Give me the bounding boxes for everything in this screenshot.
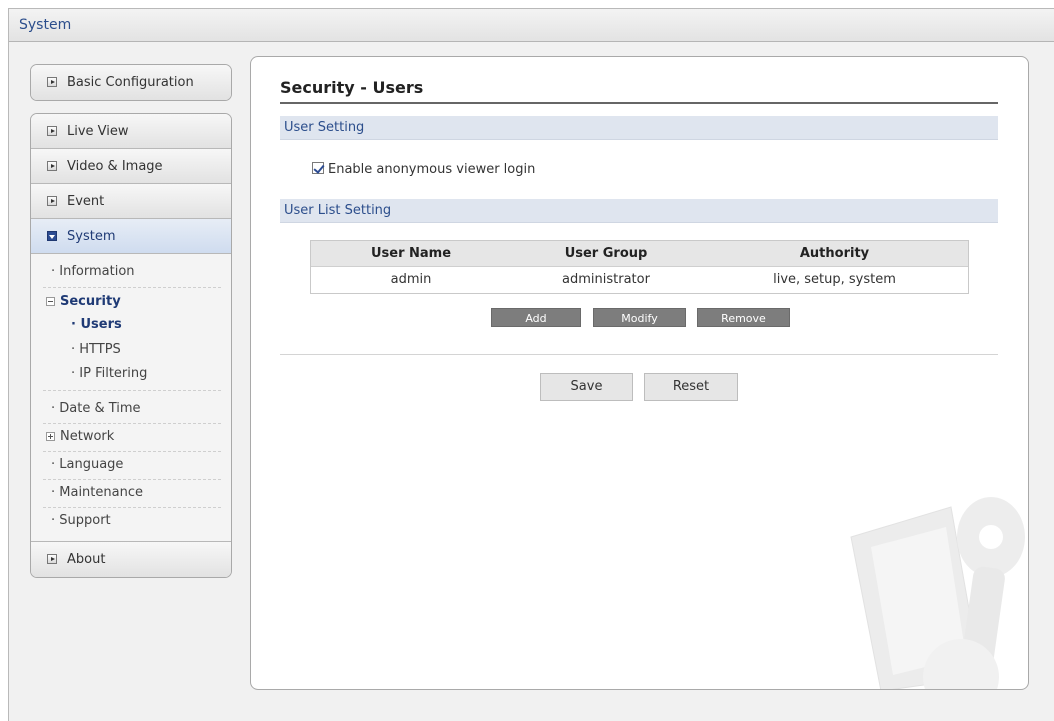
- sidebar-item-network-label: Network: [60, 429, 115, 444]
- main-panel: Security - Users User Setting Enable ano…: [250, 56, 1029, 690]
- basic-configuration-box: Basic Configuration: [30, 64, 232, 101]
- sidebar-item-ip-filtering[interactable]: · IP Filtering: [71, 366, 147, 381]
- sidebar-item-security-label: Security: [60, 294, 121, 309]
- user-table: User Name User Group Authority admin adm…: [310, 240, 969, 294]
- top-bar: System: [9, 9, 1054, 42]
- expand-arrow-icon: [47, 77, 57, 87]
- remove-user-button[interactable]: Remove: [697, 308, 790, 327]
- user-setting-header: User Setting: [280, 116, 998, 140]
- column-header-authority: Authority: [799, 246, 870, 261]
- expand-arrow-icon: [47, 554, 57, 564]
- save-button[interactable]: Save: [540, 373, 633, 401]
- user-list-header: User List Setting: [280, 199, 998, 223]
- divider: [43, 390, 221, 391]
- divider: [43, 507, 221, 508]
- sidebar-item-support[interactable]: · Support: [51, 513, 111, 528]
- sidebar-item-information[interactable]: · Information: [51, 264, 135, 279]
- nav-about-label: About: [67, 552, 106, 567]
- sidebar-item-security[interactable]: Security: [46, 294, 121, 309]
- sidebar-item-language-label: Language: [59, 457, 124, 472]
- sidebar-item-users[interactable]: · Users: [71, 317, 122, 332]
- anonymous-login-row[interactable]: Enable anonymous viewer login: [312, 162, 535, 177]
- expand-arrow-icon: [47, 196, 57, 206]
- add-user-button[interactable]: Add: [491, 308, 581, 327]
- window-title: System: [19, 17, 72, 33]
- nav-event-label: Event: [67, 194, 105, 209]
- sidebar-item-maintenance-label: Maintenance: [59, 485, 143, 500]
- nav-about[interactable]: About: [31, 542, 231, 577]
- sidebar-nav: Live View Video & Image Event System · I…: [30, 113, 232, 578]
- sidebar-item-information-label: Information: [59, 264, 135, 279]
- divider: [43, 423, 221, 424]
- system-submenu: · Information Security · Users · HTTPS ·…: [31, 254, 231, 542]
- expand-box-icon: [46, 432, 55, 441]
- sidebar-item-language[interactable]: · Language: [51, 457, 123, 472]
- nav-basic-configuration[interactable]: Basic Configuration: [31, 65, 231, 100]
- reset-button[interactable]: Reset: [644, 373, 738, 401]
- anonymous-login-label: Enable anonymous viewer login: [328, 162, 536, 177]
- nav-basic-configuration-label: Basic Configuration: [67, 75, 194, 90]
- section-divider: [280, 354, 998, 355]
- sidebar-item-ip-filtering-label: IP Filtering: [79, 366, 148, 381]
- cell-authority: live, setup, system: [773, 272, 896, 287]
- modify-user-button[interactable]: Modify: [593, 308, 686, 327]
- sidebar-item-date-time[interactable]: · Date & Time: [51, 401, 141, 416]
- nav-event[interactable]: Event: [31, 184, 231, 219]
- divider: [43, 287, 221, 288]
- nav-live-view-label: Live View: [67, 124, 129, 139]
- sidebar-item-https[interactable]: · HTTPS: [71, 342, 121, 357]
- expand-arrow-icon: [47, 161, 57, 171]
- sidebar-item-network[interactable]: Network: [46, 429, 114, 444]
- title-divider: [280, 102, 998, 104]
- sidebar-item-support-label: Support: [59, 513, 111, 528]
- sidebar-item-maintenance[interactable]: · Maintenance: [51, 485, 143, 500]
- cell-user-name: admin: [390, 272, 432, 287]
- tools-watermark-icon: [850, 497, 1025, 689]
- sidebar-item-date-time-label: Date & Time: [59, 401, 141, 416]
- nav-system-label: System: [67, 229, 116, 244]
- column-header-user-group: User Group: [564, 246, 648, 261]
- table-row[interactable]: admin administrator live, setup, system: [311, 267, 968, 293]
- divider: [43, 479, 221, 480]
- cell-user-group: administrator: [562, 272, 650, 287]
- collapse-arrow-icon: [47, 231, 57, 241]
- divider: [43, 451, 221, 452]
- anonymous-login-checkbox[interactable]: [312, 162, 324, 174]
- sidebar-item-users-label: Users: [80, 317, 122, 332]
- nav-live-view[interactable]: Live View: [31, 114, 231, 149]
- page-title: Security - Users: [280, 78, 424, 97]
- nav-system[interactable]: System: [31, 219, 231, 254]
- nav-video-image[interactable]: Video & Image: [31, 149, 231, 184]
- nav-video-image-label: Video & Image: [67, 159, 163, 174]
- sidebar-item-https-label: HTTPS: [79, 342, 121, 357]
- column-header-user-name: User Name: [370, 246, 452, 261]
- expand-arrow-icon: [47, 126, 57, 136]
- table-header-row: User Name User Group Authority: [311, 241, 968, 267]
- collapse-box-icon: [46, 297, 55, 306]
